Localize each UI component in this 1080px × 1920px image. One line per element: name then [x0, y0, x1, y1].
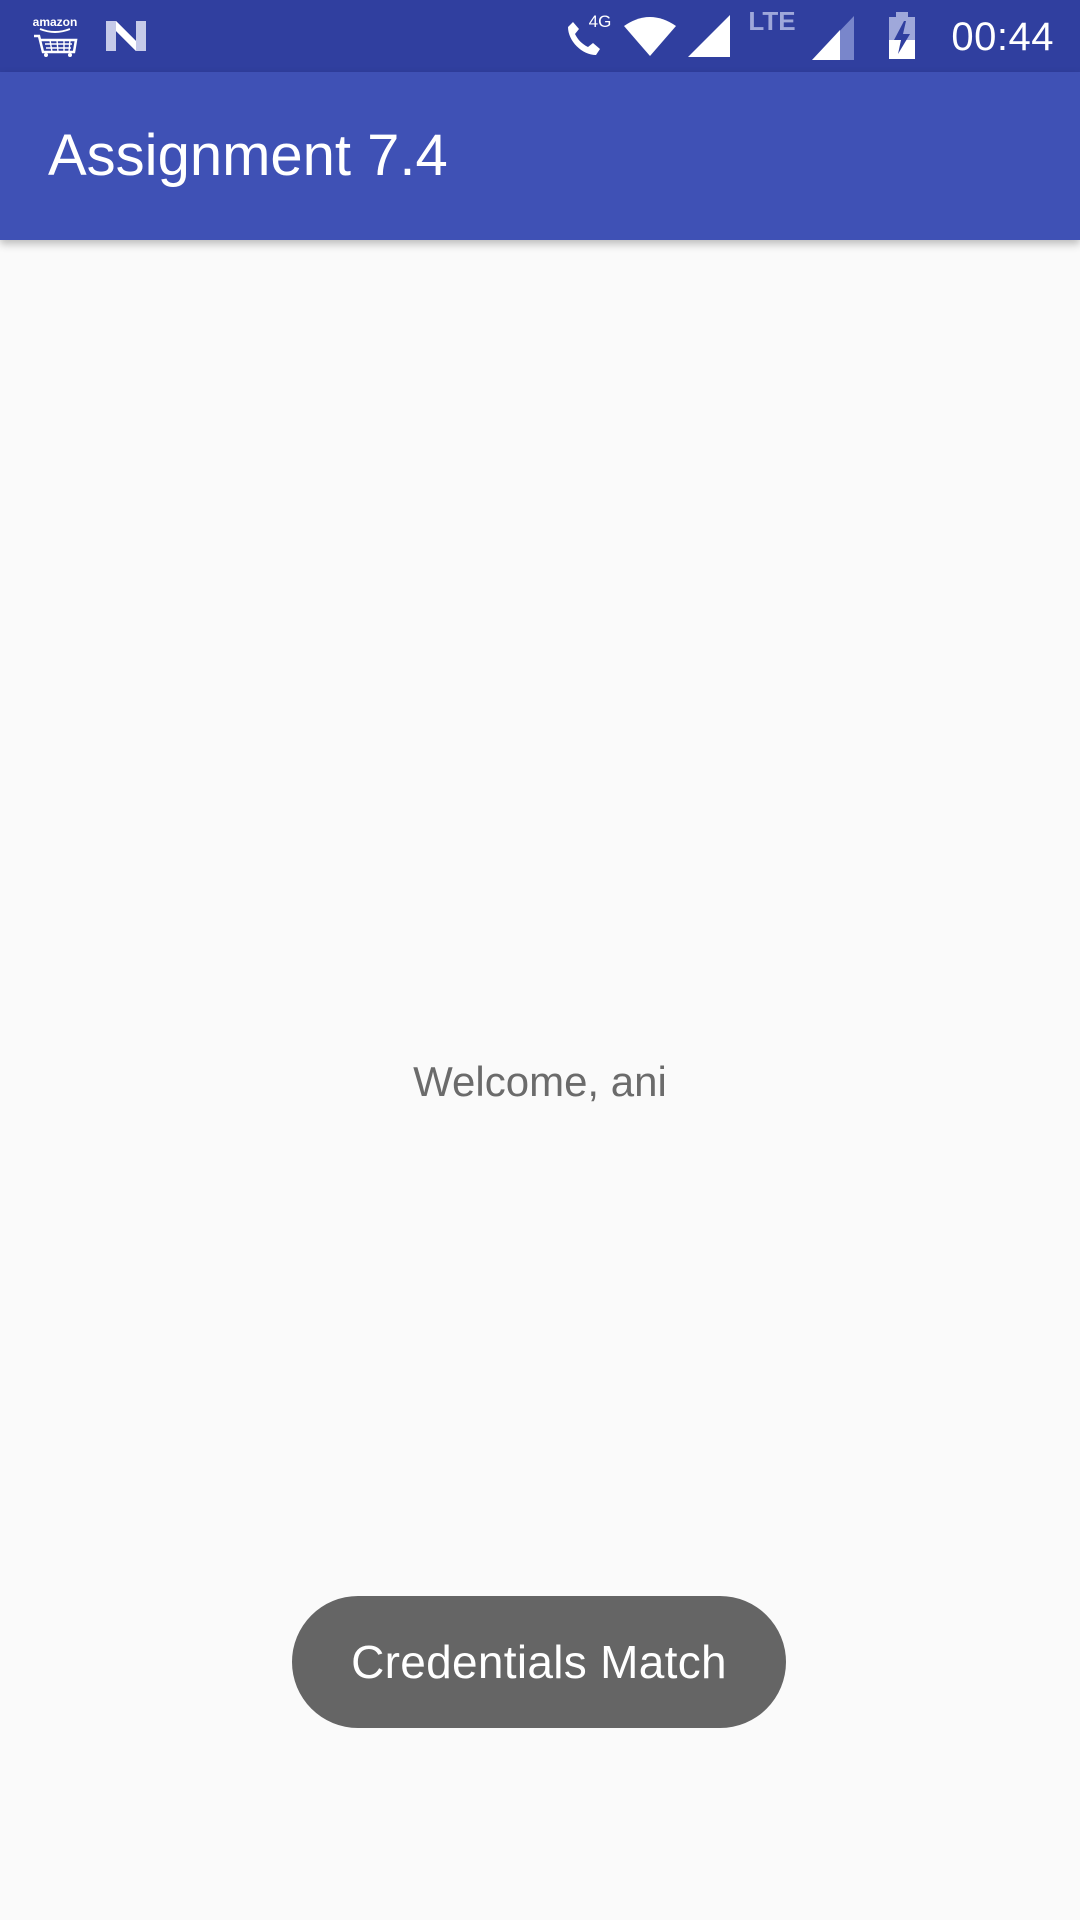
- app-title: Assignment 7.4: [48, 123, 448, 188]
- svg-text:4G: 4G: [589, 12, 612, 31]
- app-bar: Assignment 7.4: [0, 72, 1080, 240]
- lte-signal-icon: LTE: [742, 0, 856, 72]
- status-bar: amazon 4G LTE 00:44: [0, 0, 1080, 72]
- screen: amazon 4G LTE 00:44 Assignment 7.4 Welco…: [0, 0, 1080, 1920]
- amazon-shopping-icon: amazon: [30, 0, 80, 72]
- battery-charging-icon: [886, 0, 918, 72]
- call-4g-icon: 4G: [562, 0, 616, 72]
- toast: Credentials Match: [292, 1596, 786, 1728]
- svg-text:LTE: LTE: [748, 8, 795, 36]
- welcome-text: Welcome, ani: [413, 1058, 667, 1105]
- n-preview-icon: [104, 0, 148, 72]
- status-time: 00:44: [951, 15, 1054, 59]
- toast-message: Credentials Match: [351, 1636, 727, 1688]
- wifi-icon: [622, 0, 678, 72]
- signal-icon: [686, 0, 732, 72]
- svg-text:amazon: amazon: [33, 15, 78, 29]
